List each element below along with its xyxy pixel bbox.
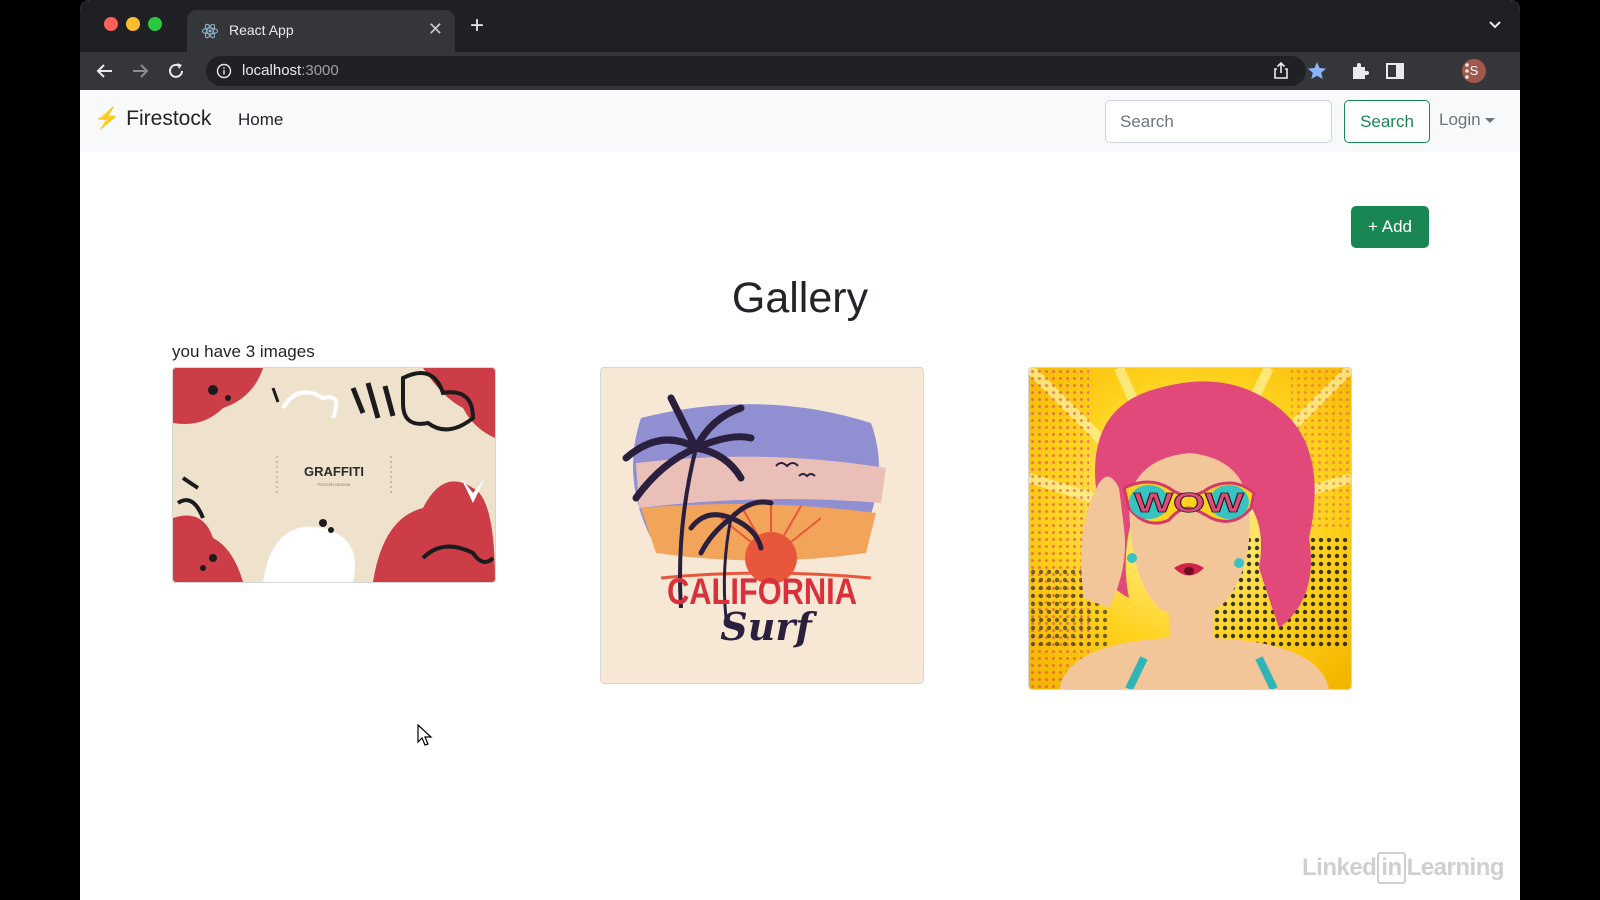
brand-name: Firestock (126, 107, 212, 130)
wow-text: WOW (1134, 487, 1245, 518)
tab-search-chevron-icon[interactable] (1488, 18, 1502, 32)
caret-down-icon (1484, 118, 1495, 124)
login-dropdown[interactable]: Login (1439, 110, 1495, 130)
side-panel-icon[interactable] (1384, 60, 1406, 82)
back-icon[interactable] (92, 58, 118, 84)
minimize-window-button[interactable] (126, 17, 140, 31)
image-card-graffiti[interactable]: GRAFFITI POSTER DESIGN (172, 367, 496, 583)
maximize-window-button[interactable] (148, 17, 162, 31)
nav-home-link[interactable]: Home (238, 110, 283, 130)
lightning-bolt-icon: ⚡ (94, 107, 121, 130)
browser-window: React App ✕ + localhost:3000 S ⚡ Firesto… (80, 0, 1520, 900)
share-icon[interactable] (1270, 60, 1292, 82)
california-surf-image: CALIFORNIA Surf (601, 368, 923, 683)
site-info-icon[interactable] (216, 63, 232, 79)
page-title: Gallery (731, 274, 869, 322)
close-tab-icon[interactable]: ✕ (428, 20, 443, 38)
url-host: localhost (242, 62, 302, 79)
extensions-icon[interactable] (1349, 60, 1371, 82)
graffiti-caption: GRAFFITI (304, 464, 364, 479)
add-image-button[interactable]: + Add (1351, 206, 1429, 248)
linkedin-learning-watermark: Linked in Learning (1302, 852, 1505, 884)
browser-tab[interactable]: React App ✕ (187, 10, 455, 52)
login-label: Login (1439, 110, 1481, 129)
brand-link[interactable]: ⚡ Firestock (94, 107, 211, 131)
url-port: :3000 (301, 62, 339, 79)
url-text: localhost:3000 (242, 62, 339, 79)
image-card-california-surf[interactable]: CALIFORNIA Surf (600, 367, 924, 684)
reload-icon[interactable] (163, 58, 189, 84)
tab-strip: React App ✕ + (80, 0, 1520, 52)
address-bar[interactable]: localhost:3000 (206, 56, 1306, 86)
mouse-cursor-icon (417, 724, 433, 746)
pop-art-image: WOW (1029, 368, 1351, 689)
image-card-pop-art[interactable]: WOW (1028, 367, 1352, 690)
graffiti-image: GRAFFITI POSTER DESIGN (173, 368, 495, 582)
web-page: ⚡Firestock Home Search Login + Add Galle… (80, 90, 1520, 900)
close-window-button[interactable] (104, 17, 118, 31)
app-navbar: ⚡Firestock Home Search Login (80, 90, 1520, 152)
tab-title: React App (229, 22, 294, 38)
forward-icon[interactable] (127, 58, 153, 84)
bookmark-star-icon[interactable] (1306, 60, 1328, 82)
graffiti-sub-caption: POSTER DESIGN (318, 482, 351, 487)
watermark-linked: Linked (1302, 854, 1377, 881)
image-count-text: you have 3 images (172, 342, 315, 361)
watermark-in: in (1377, 852, 1406, 884)
menu-kebab-icon[interactable] (1456, 60, 1478, 82)
search-button[interactable]: Search (1344, 100, 1430, 143)
new-tab-icon[interactable]: + (470, 14, 484, 38)
react-icon (201, 23, 219, 39)
watermark-learning: Learning (1406, 854, 1505, 881)
browser-toolbar: localhost:3000 S (80, 52, 1520, 90)
search-input[interactable] (1105, 100, 1332, 143)
surf-text: Surf (720, 604, 817, 649)
